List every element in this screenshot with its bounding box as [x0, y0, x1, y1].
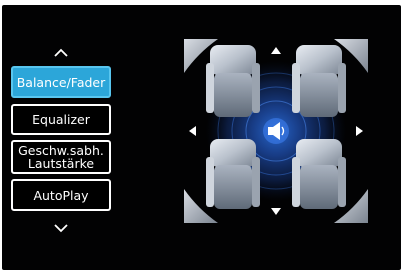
arrow-up-icon[interactable] [271, 47, 281, 54]
chevron-down-icon [54, 223, 68, 232]
seat-rear-left [206, 139, 260, 209]
seat-rear-right [292, 139, 346, 209]
autoplay-button[interactable]: AutoPlay [11, 179, 111, 211]
arrow-left-icon[interactable] [189, 126, 196, 136]
seat-layout-graphic [184, 39, 368, 223]
autoplay-label: AutoPlay [33, 187, 89, 203]
arrow-down-icon[interactable] [271, 208, 281, 215]
scroll-up-button[interactable] [47, 41, 75, 63]
speed-volume-label: Geschw.sabh. Lautstärke [18, 143, 104, 171]
chevron-up-icon [54, 48, 68, 57]
equalizer-label: Equalizer [32, 112, 90, 127]
balance-fader-label: Balance/Fader [16, 74, 106, 90]
balance-fader-panel[interactable] [184, 39, 368, 223]
audio-settings-screen: Balance/Fader Equalizer Geschw.sabh. Lau… [2, 5, 401, 270]
speaker-icon[interactable] [263, 118, 289, 144]
arrow-right-icon[interactable] [356, 126, 363, 136]
equalizer-button[interactable]: Equalizer [11, 104, 111, 135]
balance-fader-button[interactable]: Balance/Fader [11, 66, 111, 98]
seat-front-right [292, 45, 346, 117]
speed-volume-button[interactable]: Geschw.sabh. Lautstärke [11, 140, 111, 174]
seat-front-left [206, 45, 260, 117]
scroll-down-button[interactable] [47, 217, 75, 239]
